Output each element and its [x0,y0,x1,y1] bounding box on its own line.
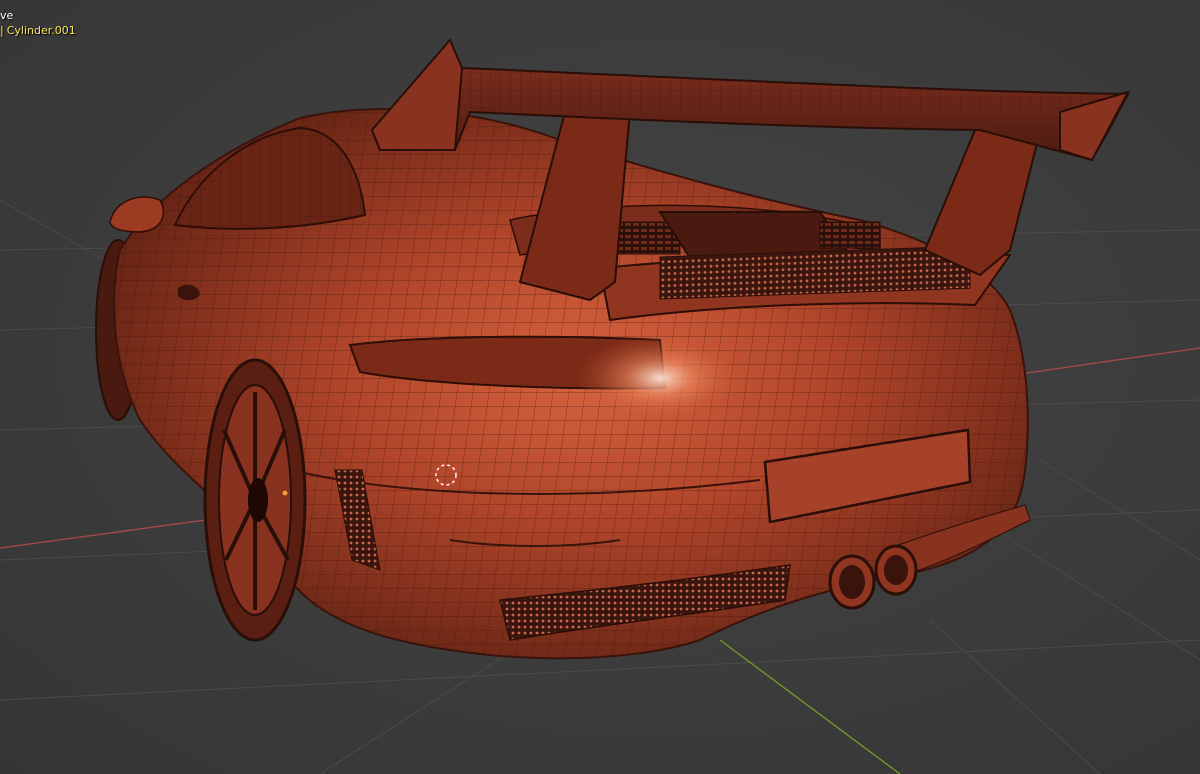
car-mesh[interactable] [95,38,1130,660]
view-mode-text: ve [0,9,14,22]
active-object-info: | Cylinder.001 [0,23,76,38]
x-axis-line-right [1019,347,1200,375]
rear-right-wheel[interactable] [203,358,307,642]
3d-viewport[interactable]: ve | Cylinder.001 [0,0,1200,774]
object-separator: | [0,24,4,37]
viewport-text-overlay: ve | Cylinder.001 [0,8,76,38]
side-mirror [109,196,165,233]
object-origin[interactable] [282,490,288,496]
wing-endplate-left [370,38,464,151]
specular-highlight [575,333,745,423]
viewport-canvas[interactable] [0,0,1200,774]
active-object-name: Cylinder.001 [6,24,76,37]
y-axis-line [719,639,901,774]
x-axis-line [0,517,221,549]
